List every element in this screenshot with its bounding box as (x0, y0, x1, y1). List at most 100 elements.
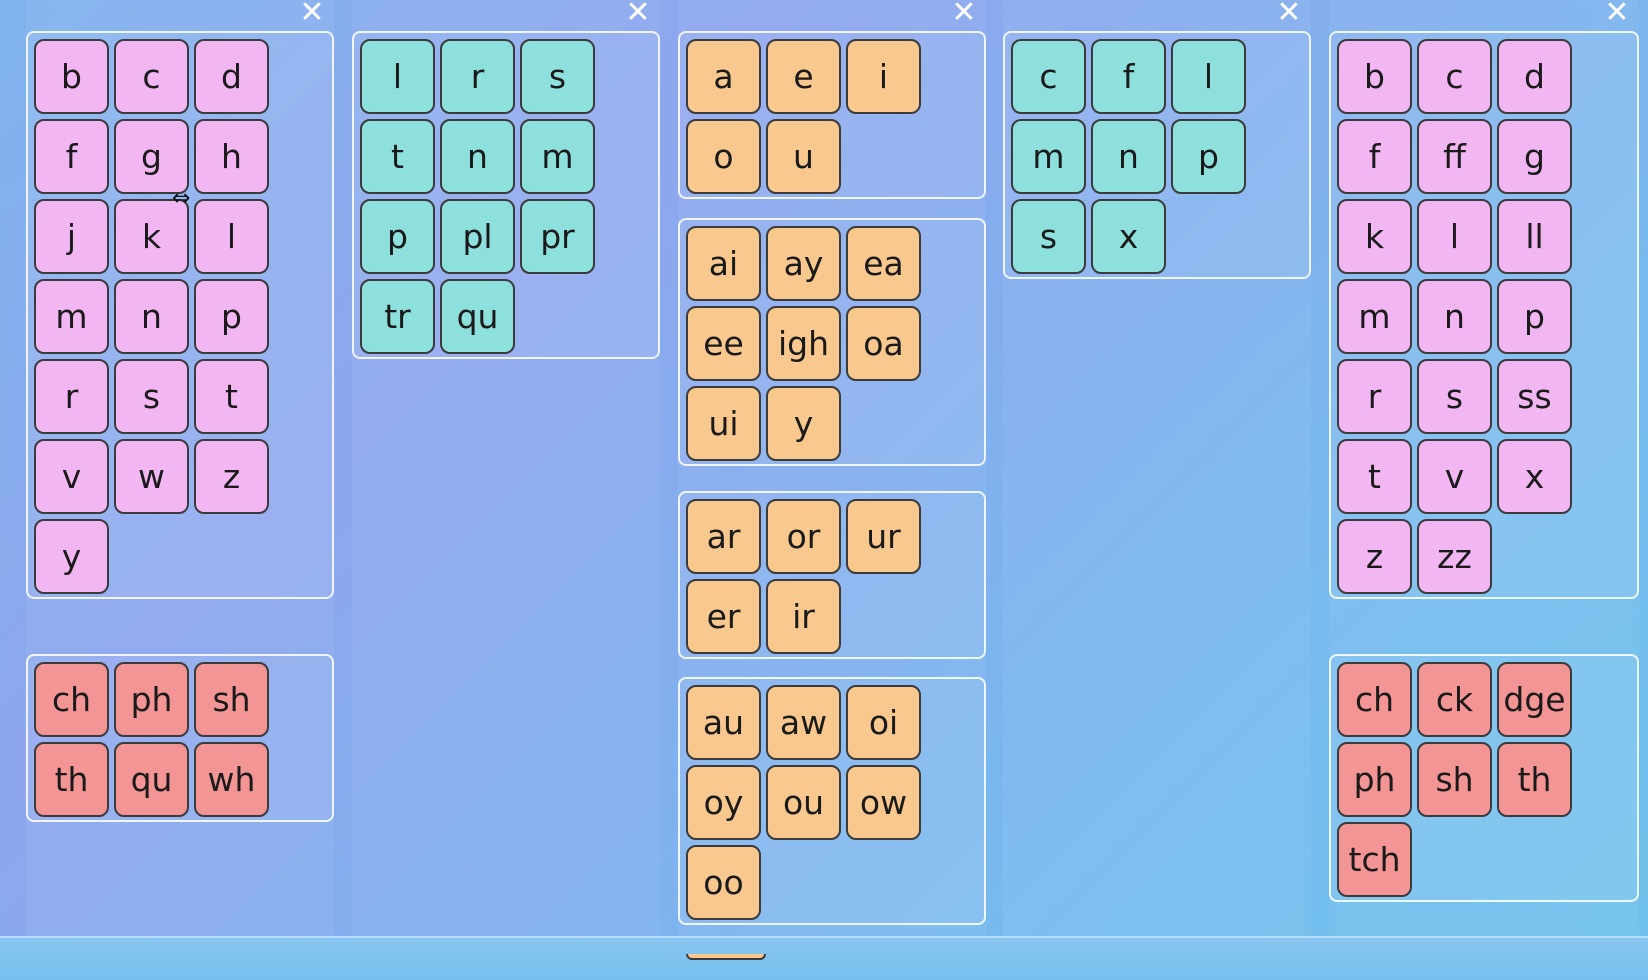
close-icon[interactable]: ✕ (298, 0, 326, 28)
letter-tile[interactable]: x (1497, 439, 1572, 514)
letter-tile[interactable]: ss (1497, 359, 1572, 434)
letter-tile[interactable]: k (1337, 199, 1412, 274)
letter-tile[interactable]: p (1171, 119, 1246, 194)
letter-tile[interactable]: l (1417, 199, 1492, 274)
letter-tile[interactable]: ow (846, 765, 921, 840)
close-icon[interactable]: ✕ (950, 0, 978, 28)
letter-tile[interactable]: oy (686, 765, 761, 840)
letter-tile[interactable]: zz (1417, 519, 1492, 594)
letter-tile[interactable]: m (1337, 279, 1412, 354)
letter-tile[interactable]: r (34, 359, 109, 434)
letter-tile[interactable]: wh (194, 742, 269, 817)
letter-tile[interactable]: ir (766, 579, 841, 654)
letter-tile[interactable]: s (114, 359, 189, 434)
letter-tile[interactable]: e (766, 39, 841, 114)
letter-tile[interactable]: f (34, 119, 109, 194)
letter-tile[interactable]: y (34, 519, 109, 594)
letter-tile[interactable]: b (1337, 39, 1412, 114)
letter-tile[interactable]: v (1417, 439, 1492, 514)
letter-tile[interactable]: n (1417, 279, 1492, 354)
letter-tile[interactable]: r (1337, 359, 1412, 434)
letter-tile[interactable]: sh (1417, 742, 1492, 817)
letter-tile[interactable]: t (360, 119, 435, 194)
letter-tile[interactable]: s (1417, 359, 1492, 434)
letter-tile[interactable]: c (114, 39, 189, 114)
letter-tile[interactable]: ph (1337, 742, 1412, 817)
letter-tile[interactable]: ll (1497, 199, 1572, 274)
letter-tile[interactable]: x (1091, 199, 1166, 274)
letter-tile[interactable]: oa (846, 306, 921, 381)
letter-tile[interactable]: h (194, 119, 269, 194)
letter-tile[interactable]: s (520, 39, 595, 114)
letter-tile[interactable]: i (846, 39, 921, 114)
letter-tile[interactable]: or (766, 499, 841, 574)
letter-tile[interactable]: oi (846, 685, 921, 760)
letter-tile[interactable]: s (1011, 199, 1086, 274)
letter-tile[interactable]: z (194, 439, 269, 514)
close-icon[interactable]: ✕ (1275, 0, 1303, 28)
close-icon[interactable]: ✕ (1603, 0, 1631, 28)
letter-tile[interactable]: igh (766, 306, 841, 381)
letter-tile[interactable]: ee (686, 306, 761, 381)
letter-tile[interactable]: j (34, 199, 109, 274)
letter-tile[interactable]: f (1337, 119, 1412, 194)
letter-tile[interactable]: v (34, 439, 109, 514)
letter-tile[interactable]: m (1011, 119, 1086, 194)
letter-tile[interactable]: oo (686, 845, 761, 920)
letter-tile[interactable]: ui (686, 386, 761, 461)
letter-tile[interactable]: ff (1417, 119, 1492, 194)
letter-tile[interactable]: pl (440, 199, 515, 274)
letter-tile[interactable]: ck (1417, 662, 1492, 737)
letter-tile[interactable]: d (1497, 39, 1572, 114)
letter-tile[interactable]: au (686, 685, 761, 760)
letter-tile[interactable]: f (1091, 39, 1166, 114)
letter-tile[interactable]: ph (114, 662, 189, 737)
letter-tile[interactable]: ch (1337, 662, 1412, 737)
letter-tile[interactable]: z (1337, 519, 1412, 594)
letter-tile[interactable]: b (34, 39, 109, 114)
letter-tile[interactable]: sh (194, 662, 269, 737)
letter-tile[interactable]: qu (440, 279, 515, 354)
letter-tile[interactable]: qu (114, 742, 189, 817)
letter-tile[interactable]: l (194, 199, 269, 274)
letter-tile[interactable]: a (686, 39, 761, 114)
letter-tile[interactable]: c (1417, 39, 1492, 114)
letter-tile[interactable]: n (114, 279, 189, 354)
letter-tile[interactable]: u (766, 119, 841, 194)
letter-tile[interactable]: dge (1497, 662, 1572, 737)
letter-tile[interactable]: ur (846, 499, 921, 574)
letter-tile[interactable]: p (1497, 279, 1572, 354)
letter-tile[interactable]: th (34, 742, 109, 817)
letter-tile[interactable]: aw (766, 685, 841, 760)
letter-tile[interactable]: ou (766, 765, 841, 840)
letter-tile[interactable]: pr (520, 199, 595, 274)
letter-tile[interactable]: g (114, 119, 189, 194)
letter-tile[interactable]: l (360, 39, 435, 114)
letter-tile[interactable]: ea (846, 226, 921, 301)
letter-tile[interactable]: m (34, 279, 109, 354)
letter-tile[interactable]: w (114, 439, 189, 514)
letter-tile[interactable]: tr (360, 279, 435, 354)
letter-tile[interactable]: o (686, 119, 761, 194)
letter-tile[interactable]: ch (34, 662, 109, 737)
letter-tile[interactable]: th (1497, 742, 1572, 817)
letter-tile[interactable]: d (194, 39, 269, 114)
letter-tile[interactable]: n (1091, 119, 1166, 194)
letter-tile[interactable]: t (1337, 439, 1412, 514)
letter-tile[interactable]: tch (1337, 822, 1412, 897)
letter-tile[interactable]: r (440, 39, 515, 114)
letter-tile[interactable]: y (766, 386, 841, 461)
letter-tile[interactable]: l (1171, 39, 1246, 114)
letter-tile[interactable]: t (194, 359, 269, 434)
letter-tile[interactable]: n (440, 119, 515, 194)
letter-tile[interactable]: g (1497, 119, 1572, 194)
letter-tile[interactable]: ay (766, 226, 841, 301)
letter-tile[interactable]: er (686, 579, 761, 654)
letter-tile[interactable]: c (1011, 39, 1086, 114)
close-icon[interactable]: ✕ (624, 0, 652, 28)
letter-tile[interactable]: ai (686, 226, 761, 301)
letter-tile[interactable]: p (360, 199, 435, 274)
letter-tile[interactable]: ar (686, 499, 761, 574)
letter-tile[interactable]: p (194, 279, 269, 354)
letter-tile[interactable]: m (520, 119, 595, 194)
